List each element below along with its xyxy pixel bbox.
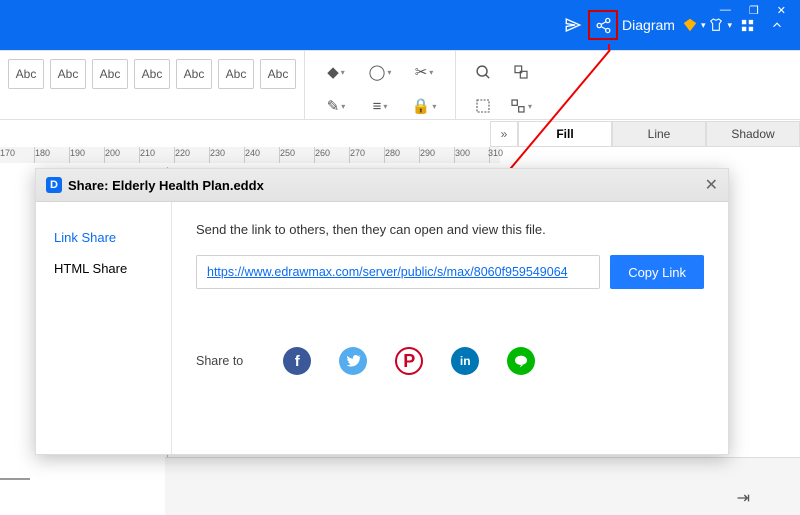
style-swatch[interactable]: Abc <box>134 59 170 89</box>
ruler-tick: 290 <box>420 148 435 158</box>
share-dialog: D Share: Elderly Health Plan.eddx ✕ Link… <box>35 168 729 455</box>
group-icon[interactable]: ▾ <box>506 91 536 121</box>
diamond-icon[interactable] <box>679 10 701 40</box>
ruler-tick: 240 <box>245 148 260 158</box>
dialog-titlebar: D Share: Elderly Health Plan.eddx ✕ <box>36 169 728 202</box>
select-all-icon[interactable] <box>468 91 498 121</box>
horizontal-ruler: 170 180 190 200 210 220 230 240 250 260 … <box>0 147 500 163</box>
sidebar-item-link-share[interactable]: Link Share <box>36 222 171 253</box>
ruler-tick: 220 <box>175 148 190 158</box>
tab-line[interactable]: Line <box>612 121 706 147</box>
copy-link-button[interactable]: Copy Link <box>610 255 704 289</box>
share-instruction: Send the link to others, then they can o… <box>196 222 704 237</box>
linkedin-icon[interactable]: in <box>451 347 479 375</box>
window-close[interactable]: ✕ <box>777 4 786 17</box>
titlebar: Diagram ▾ ▾ <box>0 0 800 50</box>
share-icon[interactable] <box>588 10 618 40</box>
share-to-label: Share to <box>196 354 243 368</box>
ruler-tick: 260 <box>315 148 330 158</box>
ruler-tick: 210 <box>140 148 155 158</box>
dialog-title-prefix: Share: <box>68 178 112 193</box>
ruler-tick: 230 <box>210 148 225 158</box>
style-swatch[interactable]: Abc <box>8 59 44 89</box>
horizontal-scroll-area <box>165 457 800 515</box>
search-icon[interactable] <box>468 57 498 87</box>
ruler-tick: 280 <box>385 148 400 158</box>
twitter-icon[interactable] <box>339 347 367 375</box>
crop-icon[interactable]: ✂▾ <box>407 57 441 87</box>
ruler-tick: 300 <box>455 148 470 158</box>
canvas-edge <box>0 478 30 480</box>
tab-fill[interactable]: Fill <box>518 121 612 147</box>
dialog-main: Send the link to others, then they can o… <box>172 202 728 454</box>
style-swatch[interactable]: Abc <box>218 59 254 89</box>
style-swatch[interactable]: Abc <box>260 59 296 89</box>
ruler-tick: 170 <box>0 148 15 158</box>
panel-toggle-icon[interactable]: ⇥ <box>737 488 750 508</box>
app-logo-icon: D <box>46 177 62 193</box>
ruler-tick: 270 <box>350 148 365 158</box>
ruler-tick: 200 <box>105 148 120 158</box>
facebook-icon[interactable]: f <box>283 347 311 375</box>
ruler-tick: 190 <box>70 148 85 158</box>
dialog-filename: Elderly Health Plan.eddx <box>112 178 264 193</box>
pinterest-icon[interactable]: P <box>395 347 423 375</box>
shape-style-icon[interactable]: ◯▾ <box>363 57 397 87</box>
tab-shadow[interactable]: Shadow <box>706 121 800 147</box>
line-icon[interactable] <box>507 347 535 375</box>
mode-label: Diagram <box>618 17 679 33</box>
quick-styles: Abc Abc Abc Abc Abc Abc Abc <box>0 51 305 119</box>
line-style-icon[interactable]: ✎▾ <box>319 91 353 121</box>
replace-icon[interactable] <box>506 57 536 87</box>
ruler-tick: 180 <box>35 148 50 158</box>
ruler-tick: 250 <box>280 148 295 158</box>
share-url-field[interactable]: https://www.edrawmax.com/server/public/s… <box>196 255 600 289</box>
sidebar-item-html-share[interactable]: HTML Share <box>36 253 171 284</box>
style-swatch[interactable]: Abc <box>176 59 212 89</box>
fill-bucket-icon[interactable]: ◆▾ <box>319 57 353 87</box>
share-url-link[interactable]: https://www.edrawmax.com/server/public/s… <box>207 265 568 279</box>
dialog-close-icon[interactable]: ✕ <box>705 175 718 195</box>
ruler-tick: 310 <box>488 148 503 158</box>
style-swatch[interactable]: Abc <box>50 59 86 89</box>
lock-icon[interactable]: 🔒▾ <box>407 91 441 121</box>
window-maximize[interactable]: ❐ <box>749 4 759 17</box>
dialog-sidebar: Link Share HTML Share <box>36 202 172 454</box>
format-toolbar: Abc Abc Abc Abc Abc Abc Abc ◆▾ ◯▾ ✂▾ ✎▾ … <box>0 50 800 120</box>
send-icon[interactable] <box>558 10 588 40</box>
style-swatch[interactable]: Abc <box>92 59 128 89</box>
window-minimize[interactable]: — <box>720 4 731 16</box>
align-icon[interactable]: ≡▾ <box>363 91 397 121</box>
more-tabs-icon[interactable]: » <box>490 121 518 147</box>
